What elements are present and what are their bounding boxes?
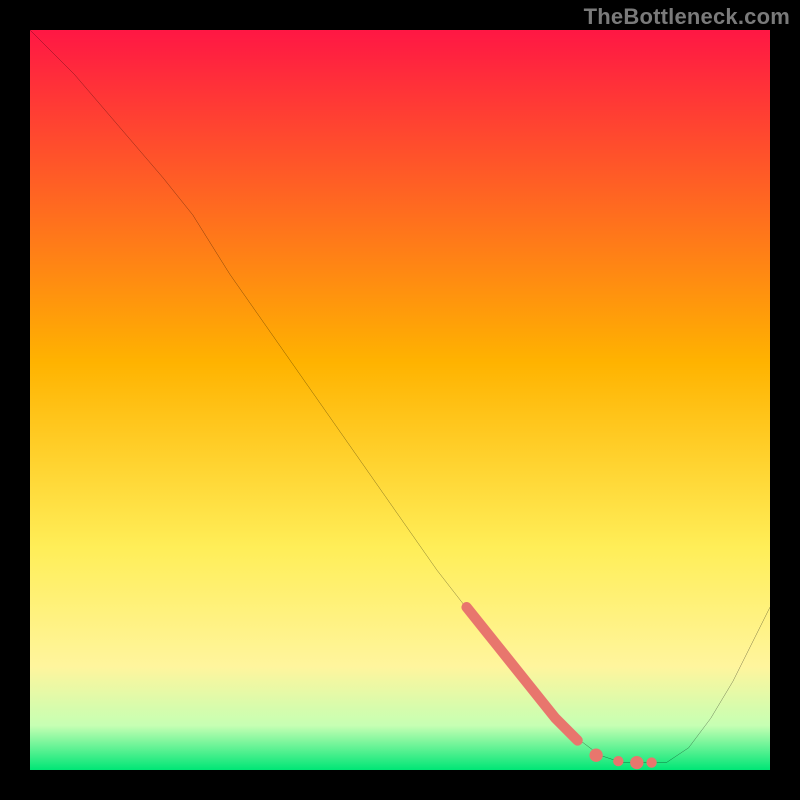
chart-container: TheBottleneck.com [0,0,800,800]
valley-dot [613,756,623,766]
valley-dot [630,756,643,769]
attribution-label: TheBottleneck.com [584,4,790,30]
valley-dot [589,749,602,762]
gradient-background [30,30,770,770]
valley-dot [646,757,656,767]
bottleneck-chart [30,30,770,770]
